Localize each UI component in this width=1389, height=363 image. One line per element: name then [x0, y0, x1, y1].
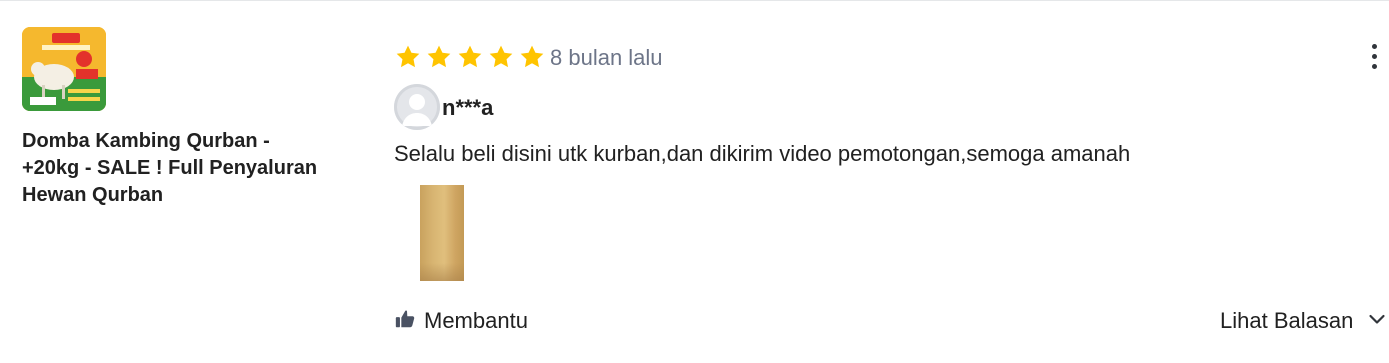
default-avatar-icon: [394, 84, 440, 130]
star-icon: [456, 43, 484, 71]
helpful-label: Membantu: [424, 308, 528, 333]
helpful-button[interactable]: Membantu: [394, 306, 528, 336]
star-icon: [518, 43, 546, 71]
product-thumbnail[interactable]: [22, 27, 106, 111]
more-vertical-icon[interactable]: [1368, 42, 1382, 74]
review-time: 8 bulan lalu: [550, 45, 663, 70]
avatar: [394, 84, 440, 130]
reviewer-name: n***a: [442, 95, 494, 120]
view-replies-button[interactable]: Lihat Balasan: [1220, 306, 1387, 336]
view-replies-label: Lihat Balasan: [1220, 308, 1354, 333]
rating-stars: [394, 43, 546, 71]
star-icon: [425, 43, 453, 71]
review-card: Domba Kambing Qurban - +20kg - SALE ! Fu…: [0, 0, 1389, 363]
review-photo[interactable]: [420, 185, 464, 281]
star-icon: [487, 43, 515, 71]
star-icon: [394, 43, 422, 71]
divider: [0, 0, 1389, 1]
thumbs-up-icon: [394, 308, 416, 335]
product-image: [22, 27, 106, 111]
review-text: Selalu beli disini utk kurban,dan dikiri…: [394, 141, 1131, 166]
product-name[interactable]: Domba Kambing Qurban - +20kg - SALE ! Fu…: [22, 128, 322, 209]
chevron-down-icon: [1367, 309, 1387, 334]
